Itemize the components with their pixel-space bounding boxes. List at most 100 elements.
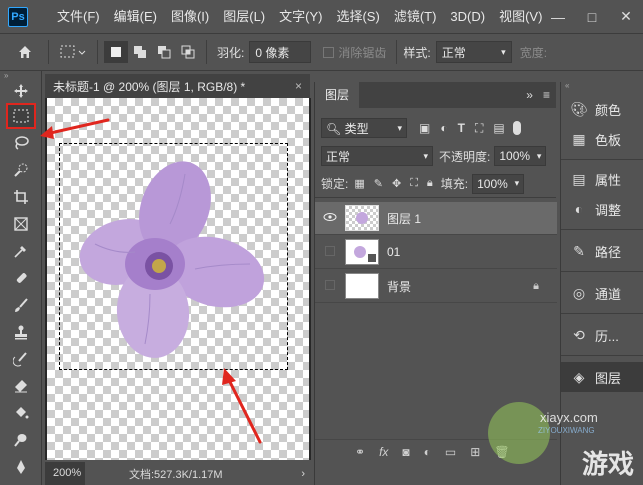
- photoshop-logo: Ps: [8, 6, 28, 27]
- layer-thumbnail: [345, 273, 379, 299]
- lock-transparent-icon[interactable]: ▦: [354, 177, 364, 190]
- filter-smart-object-icon[interactable]: ▤: [493, 121, 504, 136]
- dock-label-paths: 路径: [595, 244, 622, 260]
- menu-image[interactable]: 图像(I): [164, 0, 216, 33]
- layer-row[interactable]: 01: [315, 236, 557, 269]
- subtract-selection-icon[interactable]: [152, 41, 176, 63]
- group-icon[interactable]: ▭: [445, 445, 456, 459]
- home-icon[interactable]: [8, 41, 42, 63]
- dodge-tool-icon[interactable]: [0, 426, 42, 453]
- fill-value: 100%: [477, 176, 508, 191]
- layer-name[interactable]: 图层 1: [387, 210, 421, 227]
- dock-collapse-icon[interactable]: «: [561, 82, 643, 90]
- tab-close-button[interactable]: ×: [295, 79, 302, 93]
- lock-artboard-icon[interactable]: ⛶: [410, 177, 418, 190]
- chevron-down-icon: ▾: [397, 122, 402, 133]
- collapse-icon[interactable]: »: [0, 71, 41, 80]
- menu-filter[interactable]: 滤镜(T): [387, 0, 444, 33]
- dock-item-adjustments[interactable]: ◐ 调整: [561, 194, 643, 224]
- maximize-button[interactable]: □: [575, 9, 609, 25]
- dock-item-swatches[interactable]: ▦ 色板: [561, 124, 643, 154]
- history-brush-tool-icon[interactable]: [0, 345, 42, 372]
- new-selection-icon[interactable]: [104, 41, 128, 63]
- dock-item-layers[interactable]: ◈ 图层: [561, 362, 643, 392]
- dock-label-color: 颜色: [595, 102, 622, 118]
- link-icon[interactable]: ⚭: [355, 445, 365, 459]
- chevron-down-icon: ▾: [514, 178, 520, 188]
- visibility-toggle[interactable]: [315, 245, 345, 259]
- document-tab[interactable]: 未标题-1 @ 200% (图层 1, RGB/8) * ×: [45, 74, 310, 98]
- opacity-input[interactable]: 100% ▾: [494, 146, 547, 166]
- tab-layers[interactable]: 图层: [315, 82, 360, 108]
- antialias-label: 消除锯齿: [338, 45, 387, 60]
- move-tool-icon[interactable]: [0, 80, 42, 102]
- dock-item-channels[interactable]: ◎ 通道: [561, 278, 643, 308]
- lock-row: 锁定: ▦ ✎ ✥ ⛶ 🔒︎ 填充: 100% ▾: [315, 170, 556, 198]
- filter-shape-icon[interactable]: ⛶: [475, 121, 483, 136]
- menu-select[interactable]: 选择(S): [329, 0, 386, 33]
- dock-item-history[interactable]: ⟲ 历...: [561, 320, 643, 350]
- properties-icon: ▤: [572, 170, 586, 187]
- pen-tool-icon[interactable]: [0, 453, 42, 480]
- adjustment-layer-icon[interactable]: ◐: [424, 445, 431, 459]
- close-button[interactable]: ✕: [609, 8, 643, 25]
- add-selection-icon[interactable]: [128, 41, 152, 63]
- menu-edit[interactable]: 编辑(E): [107, 0, 164, 33]
- filter-adjustment-icon[interactable]: ◐: [440, 121, 447, 136]
- style-label: 样式:: [403, 45, 431, 60]
- filter-toggle-icon[interactable]: [512, 121, 521, 135]
- quick-select-tool-icon[interactable]: [0, 156, 42, 183]
- menu-file[interactable]: 文件(F): [50, 0, 107, 33]
- antialias-checkbox[interactable]: 消除锯齿: [323, 44, 386, 61]
- dock-item-paths[interactable]: ✎ 路径: [561, 236, 643, 266]
- layer-row[interactable]: 背景 🔒︎: [315, 270, 557, 303]
- lock-image-icon[interactable]: ✎: [374, 177, 383, 190]
- style-select[interactable]: 正常 ▾: [435, 41, 512, 63]
- frame-tool-icon[interactable]: [0, 210, 42, 237]
- panel-menu-icon[interactable]: ≡: [537, 88, 556, 102]
- minimize-button[interactable]: —: [541, 9, 575, 25]
- stamp-tool-icon[interactable]: [0, 318, 42, 345]
- visibility-toggle[interactable]: [315, 279, 345, 293]
- eye-icon[interactable]: [315, 212, 345, 225]
- fill-input[interactable]: 100% ▾: [472, 173, 525, 194]
- panel-collapse-icon[interactable]: »: [526, 88, 537, 102]
- filter-pixel-icon[interactable]: ▣: [419, 121, 430, 136]
- paint-bucket-tool-icon[interactable]: [0, 399, 42, 426]
- dock-item-color[interactable]: 🎨︎ 颜色: [561, 94, 643, 124]
- healing-brush-tool-icon[interactable]: [0, 264, 42, 291]
- zoom-level[interactable]: 200%: [45, 462, 85, 485]
- dock-label-swatches: 色板: [595, 132, 622, 148]
- mask-icon[interactable]: ◙: [402, 445, 409, 459]
- options-bar: 羽化: 0 像素 消除锯齿 样式: 正常 ▾ 宽度:: [0, 33, 643, 71]
- eraser-tool-icon[interactable]: [0, 372, 42, 399]
- menu-type[interactable]: 文字(Y): [272, 0, 329, 33]
- lock-all-icon[interactable]: 🔒︎: [427, 177, 433, 190]
- brush-tool-icon[interactable]: [0, 291, 42, 318]
- menu-layer[interactable]: 图层(L): [216, 0, 272, 33]
- filter-kind-select[interactable]: 🔍︎ 类型 ▾: [321, 118, 407, 138]
- status-bar: 200% 文档:527.3K/1.17M ›: [45, 462, 311, 485]
- adjustments-icon: ◐: [574, 201, 584, 217]
- layer-name[interactable]: 01: [387, 245, 400, 259]
- crop-tool-icon[interactable]: [0, 183, 42, 210]
- intersect-selection-icon[interactable]: [176, 41, 200, 63]
- chevron-down-icon: ▾: [501, 46, 506, 57]
- width-label: 宽度:: [519, 45, 548, 60]
- fx-icon[interactable]: fx: [379, 445, 388, 459]
- layer-name[interactable]: 背景: [387, 278, 411, 295]
- lock-position-icon[interactable]: ✥: [392, 177, 401, 190]
- layer-row[interactable]: 图层 1: [315, 202, 557, 235]
- filter-type-icon[interactable]: T: [458, 121, 465, 136]
- watermark-url: xiayx.com: [540, 410, 598, 425]
- filter-row: 🔍︎ 类型 ▾ ▣ ◐ T ⛶ ▤: [315, 114, 556, 142]
- marquee-preset-icon[interactable]: [55, 41, 91, 63]
- feather-input[interactable]: 0 像素: [249, 41, 312, 63]
- blend-mode-select[interactable]: 正常 ▾: [321, 146, 433, 166]
- eyedropper-tool-icon[interactable]: [0, 237, 42, 264]
- lock-icon: 🔒︎: [533, 279, 539, 292]
- menu-3d[interactable]: 3D(D): [443, 0, 492, 33]
- dock-item-properties[interactable]: ▤ 属性: [561, 164, 643, 194]
- layers-icon: ◈: [573, 368, 585, 385]
- status-menu-arrow[interactable]: ›: [301, 468, 305, 480]
